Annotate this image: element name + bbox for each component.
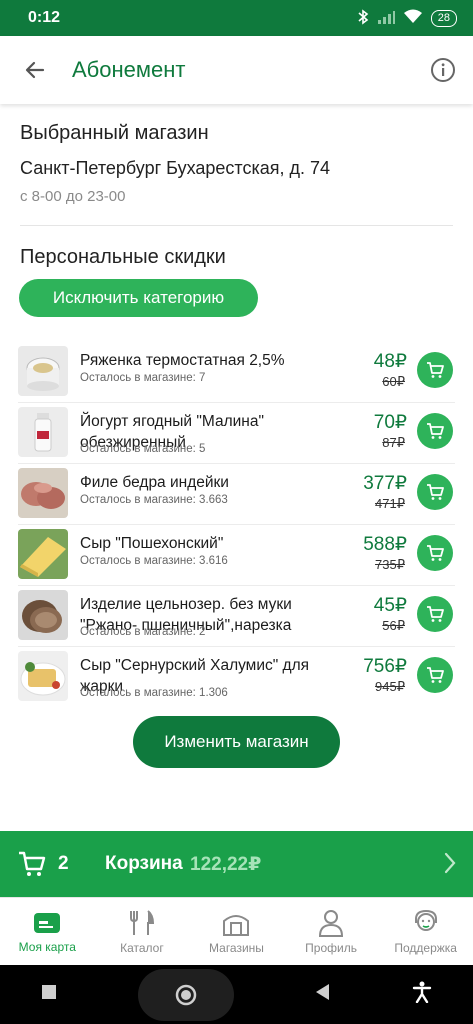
cutlery-icon — [129, 909, 154, 935]
cart-count: 2 — [58, 853, 69, 874]
add-to-cart-button[interactable] — [417, 535, 453, 571]
product-image — [18, 468, 68, 518]
product-old-price: 945₽ — [375, 679, 405, 694]
product-price: 45₽ — [373, 595, 407, 616]
product-stock: Осталось в магазине: 1.306 — [80, 687, 228, 699]
product-old-price: 56₽ — [382, 618, 405, 633]
product-old-price: 60₽ — [382, 374, 405, 389]
nav-catalog[interactable]: Каталог — [95, 898, 190, 965]
wifi-icon — [403, 9, 423, 27]
signal-icon — [377, 10, 395, 27]
list-item[interactable]: Ряженка термостатная 2,5% Осталось в маг… — [18, 342, 455, 403]
product-old-price: 471₽ — [375, 496, 405, 511]
back-button[interactable] — [0, 36, 70, 104]
cart-icon — [427, 606, 444, 622]
home-button[interactable] — [137, 968, 234, 1021]
list-item[interactable]: Йогурт ягодный "Малина" обезжиренный Ост… — [18, 403, 455, 464]
system-nav-bar — [0, 965, 473, 1024]
info-button[interactable] — [413, 36, 473, 104]
product-list: Ряженка термостатная 2,5% Осталось в маг… — [18, 342, 455, 708]
cart-label: Корзина — [105, 853, 183, 874]
nav-my-card[interactable]: Моя карта — [0, 898, 95, 965]
store-name: Санкт-Петербург Бухарестская, д. 74 — [20, 158, 331, 178]
battery-icon: 28 — [430, 9, 457, 27]
cart-icon — [427, 484, 444, 500]
cart-icon — [427, 423, 444, 439]
nav-support[interactable]: Поддержка — [378, 898, 473, 965]
chevron-right-icon — [443, 851, 457, 880]
cart-icon — [427, 667, 444, 683]
product-name: Филе бедра индейки — [80, 474, 229, 491]
product-image — [18, 590, 68, 640]
store-hours: с 8-00 до 23-00 — [20, 188, 126, 205]
product-price: 588₽ — [363, 534, 407, 555]
cart-bar[interactable]: 2 Корзина 122,22₽ — [0, 831, 473, 897]
system-back-button[interactable] — [315, 983, 331, 1006]
status-time: 0:12 — [28, 9, 61, 26]
product-stock: Осталось в магазине: 7 — [80, 372, 206, 384]
product-old-price: 735₽ — [375, 557, 405, 572]
arrow-back-icon — [25, 61, 45, 79]
status-icons: 28 — [357, 8, 457, 28]
selected-store-title: Выбранный магазин — [20, 122, 209, 144]
card-icon — [34, 912, 61, 933]
add-to-cart-button[interactable] — [417, 657, 453, 693]
nav-label: Каталог — [120, 940, 164, 955]
list-item[interactable]: Сыр "Сернурский Халумис" для жарки Остал… — [18, 647, 455, 708]
home-circle-icon — [175, 984, 197, 1005]
add-to-cart-button[interactable] — [417, 413, 453, 449]
add-to-cart-button[interactable] — [417, 596, 453, 632]
bottom-nav: Моя карта Каталог Магазины Профиль Подде… — [0, 897, 473, 965]
list-item[interactable]: Сыр "Пошехонский" Осталось в магазине: 3… — [18, 525, 455, 586]
status-bar: 0:12 28 — [0, 0, 473, 36]
product-image — [18, 407, 68, 457]
divider — [20, 225, 453, 226]
cart-icon — [427, 545, 444, 561]
product-stock: Осталось в магазине: 3.663 — [80, 494, 228, 506]
app-bar: Абонемент — [0, 36, 473, 104]
product-name: Сыр "Пошехонский" — [80, 535, 224, 552]
cart-total: 122,22₽ — [190, 854, 262, 875]
product-price: 756₽ — [363, 656, 407, 677]
recents-button[interactable] — [41, 984, 57, 1005]
page-title: Абонемент — [72, 57, 186, 82]
product-stock: Осталось в магазине: 5 — [80, 443, 206, 455]
triangle-back-icon — [316, 984, 330, 1000]
nav-label: Профиль — [305, 940, 357, 955]
store-icon — [223, 914, 250, 936]
product-price: 48₽ — [373, 351, 407, 372]
square-icon — [41, 985, 56, 999]
accessibility-icon — [413, 981, 432, 1004]
cart-icon — [427, 362, 444, 378]
product-stock: Осталось в магазине: 3.616 — [80, 555, 228, 567]
cart-icon — [18, 850, 46, 883]
nav-profile[interactable]: Профиль — [284, 898, 379, 965]
info-icon — [431, 58, 455, 82]
product-image — [18, 651, 68, 701]
change-store-button[interactable]: Изменить магазин — [133, 716, 340, 768]
product-price: 70₽ — [373, 412, 407, 433]
product-image — [18, 346, 68, 396]
list-item[interactable]: Изделие цельнозер. без муки "Ржано- пшен… — [18, 586, 455, 647]
product-old-price: 87₽ — [382, 435, 405, 450]
nav-label: Магазины — [209, 940, 264, 955]
add-to-cart-button[interactable] — [417, 352, 453, 388]
product-name: Ряженка термостатная 2,5% — [80, 352, 285, 369]
user-icon — [319, 909, 344, 937]
bluetooth-icon — [357, 8, 369, 28]
accessibility-button[interactable] — [412, 981, 432, 1008]
product-price: 377₽ — [363, 473, 407, 494]
product-image — [18, 529, 68, 579]
discounts-title: Персональные скидки — [20, 246, 226, 268]
add-to-cart-button[interactable] — [417, 474, 453, 510]
exclude-category-button[interactable]: Исключить категорию — [19, 279, 258, 317]
list-item[interactable]: Филе бедра индейки Осталось в магазине: … — [18, 464, 455, 525]
nav-label: Поддержка — [394, 940, 457, 955]
product-stock: Осталось в магазине: 2 — [80, 626, 206, 638]
nav-stores[interactable]: Магазины — [189, 898, 284, 965]
headset-icon — [414, 909, 437, 931]
nav-label: Моя карта — [18, 939, 76, 954]
